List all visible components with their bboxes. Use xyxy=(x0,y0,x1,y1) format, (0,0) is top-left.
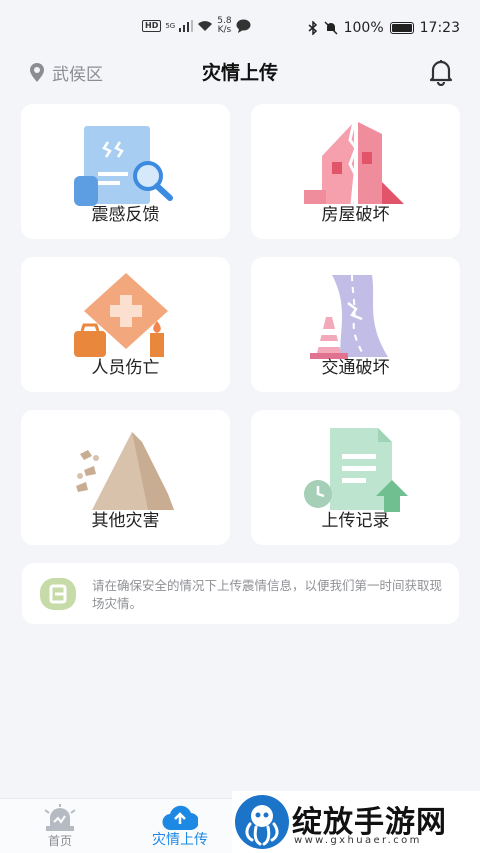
card-earthquake-feedback[interactable]: 震感反馈 xyxy=(21,104,230,239)
status-right: 100% 17:23 xyxy=(308,20,460,36)
hd-indicator: HD xyxy=(142,20,162,32)
alarm-light-icon xyxy=(44,804,76,831)
earthquake-feeling-icon xyxy=(73,126,173,206)
card-house-damage[interactable]: 房屋破坏 xyxy=(251,104,460,239)
battery-percent: 100% xyxy=(343,20,384,36)
page-title: 灾情上传 xyxy=(201,62,278,84)
upload-record-icon xyxy=(303,428,408,512)
status-bar: HD 5G 5.8 K/s 100% 17:23 xyxy=(0,0,480,56)
traffic-damage-icon xyxy=(309,274,388,359)
notification-bell-icon[interactable] xyxy=(428,58,454,86)
wifi-icon xyxy=(198,21,213,31)
house-damage-icon xyxy=(303,121,404,205)
card-other-disasters[interactable]: 其他灾害 xyxy=(21,410,230,545)
tab-label: 首页 xyxy=(47,834,72,848)
card-label: 交通破坏 xyxy=(321,358,390,378)
watermark-url: www.gxhuaer.com xyxy=(294,835,422,846)
network-type: 5G xyxy=(165,22,176,30)
network-speed: 5.8 K/s xyxy=(217,17,231,35)
tab-label: 灾情上传 xyxy=(152,832,208,848)
clock: 17:23 xyxy=(419,20,460,36)
card-label: 其他灾害 xyxy=(91,511,160,531)
watermark: 绽放手游网 www.gxhuaer.com xyxy=(232,791,480,853)
chat-bubble-icon xyxy=(236,19,251,33)
tab-disaster-upload[interactable]: 灾情上传 xyxy=(136,799,224,853)
card-label: 人员伤亡 xyxy=(91,358,160,378)
bluetooth-icon xyxy=(308,21,317,35)
battery-icon xyxy=(389,22,414,34)
signal-icon xyxy=(179,20,194,32)
tab-home[interactable]: 首页 xyxy=(20,799,100,853)
card-label: 震感反馈 xyxy=(91,205,160,225)
cloud-upload-icon xyxy=(162,805,198,831)
card-traffic-damage[interactable]: 交通破坏 xyxy=(251,257,460,392)
card-label: 上传记录 xyxy=(321,511,390,531)
mute-bell-icon xyxy=(324,21,338,35)
status-left: HD 5G 5.8 K/s xyxy=(142,17,251,35)
card-upload-record[interactable]: 上传记录 xyxy=(251,410,460,545)
app-header: 武侯区 灾情上传 xyxy=(0,56,480,90)
casualty-icon xyxy=(73,273,168,357)
octopus-logo xyxy=(235,795,289,849)
landslide-icon xyxy=(75,432,174,510)
speed-unit: K/s xyxy=(217,25,232,35)
card-casualty[interactable]: 人员伤亡 xyxy=(21,257,230,392)
safety-notice: 请在确保安全的情况下上传震情信息，以便我们第一时间获取现场灾情。 xyxy=(22,563,459,624)
notice-icon xyxy=(40,578,76,610)
notice-text: 请在确保安全的情况下上传震情信息，以便我们第一时间获取现场灾情。 xyxy=(92,578,443,611)
card-label: 房屋破坏 xyxy=(321,205,390,225)
